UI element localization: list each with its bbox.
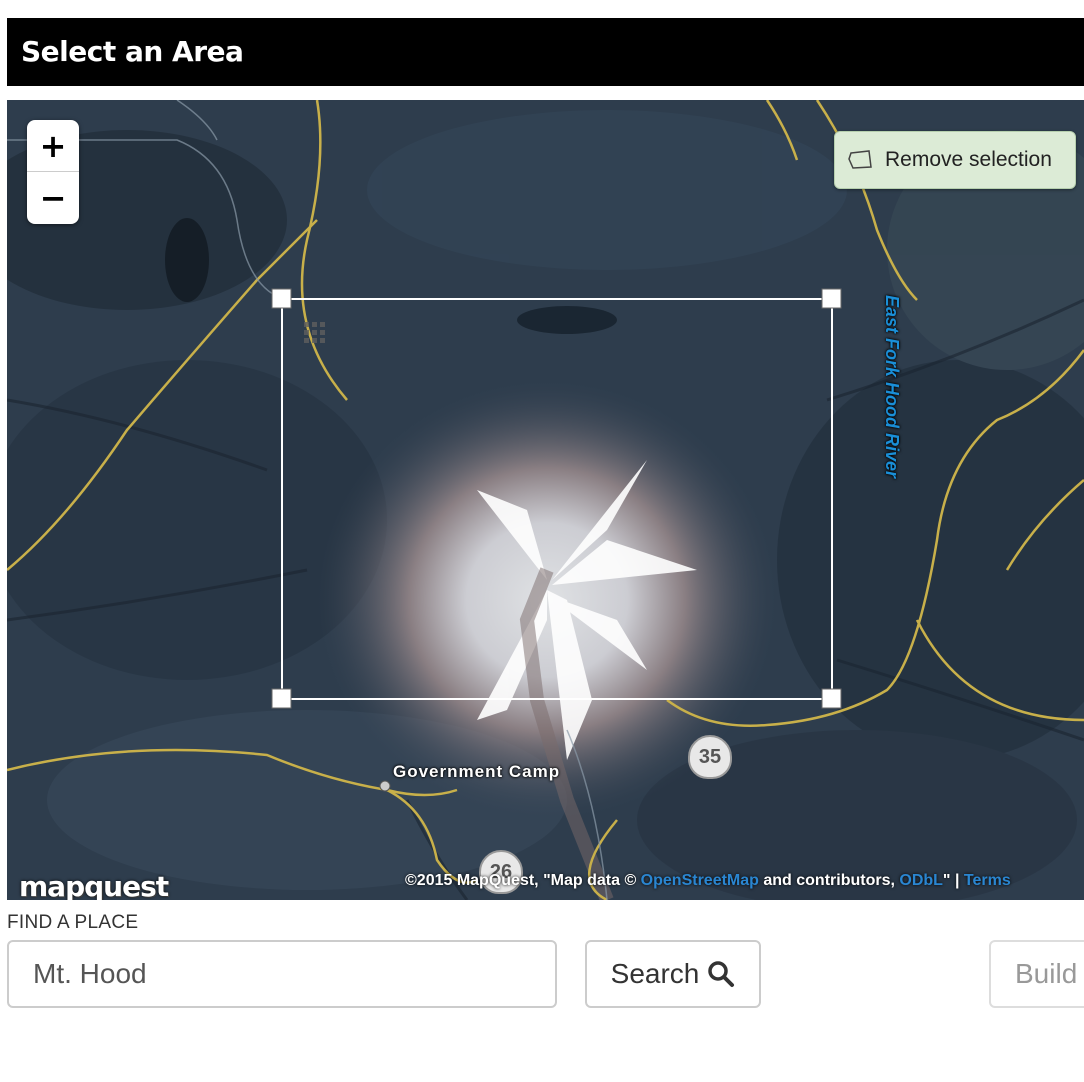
attribution-prefix: ©2015 MapQuest, "Map data ©: [405, 872, 641, 889]
search-button[interactable]: Search: [585, 940, 761, 1008]
map-view[interactable]: + − Remove selection East Fork Hood Rive…: [7, 100, 1084, 900]
mapquest-logo: mapquest: [19, 870, 169, 900]
osm-link[interactable]: OpenStreetMap: [641, 872, 759, 889]
selection-handle-top-right: [821, 288, 842, 309]
polygon-icon: [848, 150, 872, 169]
attribution-sep: " |: [942, 872, 964, 889]
place-label-government-camp: Government Camp: [393, 762, 561, 781]
build-button-label: Build: [1015, 958, 1078, 989]
terms-link[interactable]: Terms: [964, 872, 1011, 889]
remove-selection-button[interactable]: Remove selection: [834, 131, 1076, 189]
page-header: Select an Area: [7, 18, 1084, 86]
place-search-input[interactable]: [7, 940, 557, 1008]
selection-handle-bottom-left: [271, 688, 292, 709]
search-icon: [708, 961, 735, 987]
find-place-label: FIND A PLACE: [7, 912, 139, 933]
zoom-in-button[interactable]: +: [27, 120, 79, 172]
search-button-label: Search: [610, 958, 700, 989]
zoom-control: + −: [27, 120, 79, 224]
map-attribution: ©2015 MapQuest, "Map data © OpenStreetMa…: [405, 872, 1011, 890]
highway-shield-35: 35: [688, 735, 732, 779]
remove-selection-label: Remove selection: [885, 148, 1052, 171]
zoom-out-button[interactable]: −: [27, 172, 79, 223]
build-button[interactable]: Build: [989, 940, 1084, 1008]
selection-handle-bottom-right: [821, 688, 842, 709]
selection-handle-top-left: [271, 288, 292, 309]
drag-grid-icon: [304, 322, 325, 343]
odbl-link[interactable]: ODbL: [899, 872, 943, 889]
river-label: East Fork Hood River: [882, 295, 902, 479]
page-title: Select an Area: [21, 35, 244, 68]
attribution-middle: and contributors,: [758, 872, 900, 889]
